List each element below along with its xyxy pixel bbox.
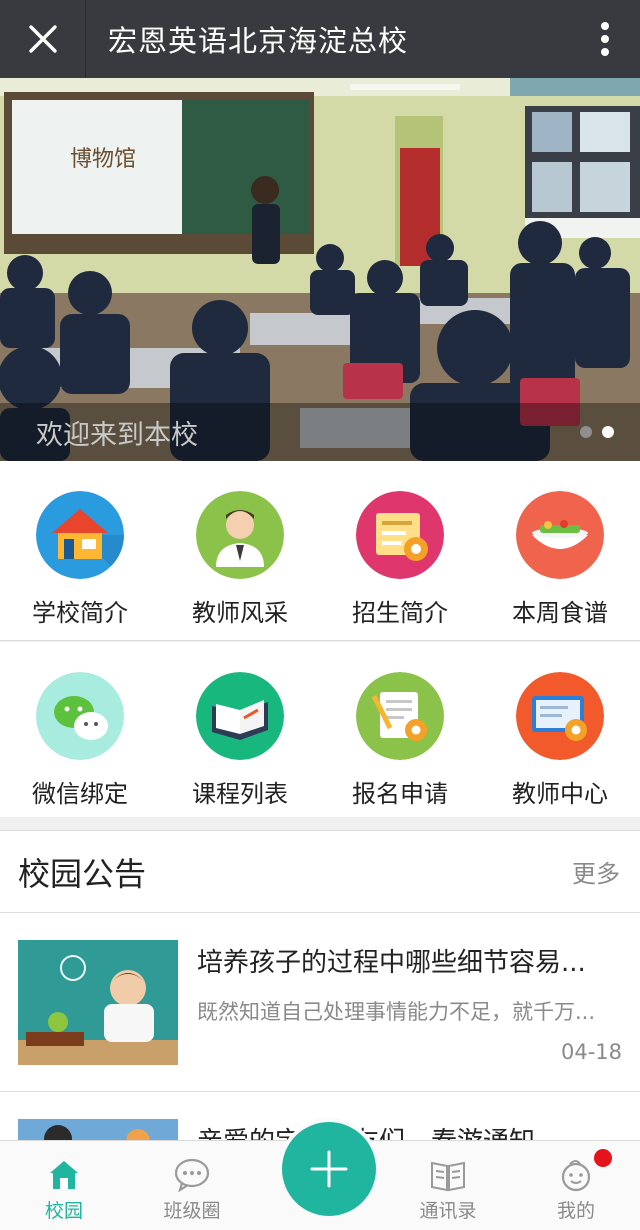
profile-icon	[561, 1160, 591, 1192]
banner-carousel[interactable]: 博物馆 欢迎来到本校	[0, 78, 640, 461]
menu-label: 教师风采	[192, 599, 288, 627]
menu-item-admission-intro[interactable]: 招生简介	[320, 461, 480, 640]
menu-grid-row-2: 微信绑定 课程列表 报名申请 教师中心	[0, 642, 640, 817]
more-menu-button[interactable]	[570, 0, 640, 78]
notice-more-link[interactable]: 更多	[572, 854, 620, 889]
wechat-icon	[36, 672, 124, 760]
carousel-indicator[interactable]	[580, 426, 614, 438]
contacts-book-icon	[431, 1161, 465, 1192]
admission-icon	[356, 491, 444, 579]
menu-item-course-list[interactable]: 课程列表	[160, 642, 320, 817]
chat-bubble-icon	[174, 1158, 210, 1192]
page-title: 宏恩英语北京海淀总校	[108, 24, 409, 58]
menu-item-teacher-showcase[interactable]: 教师风采	[160, 461, 320, 640]
teacher-icon	[196, 491, 284, 579]
plus-icon	[310, 1150, 348, 1188]
tab-label: 我的	[556, 1200, 595, 1222]
menu-grid-row-1: 学校简介 教师风采 招生简介 本周食谱	[0, 461, 640, 641]
title-bar: 宏恩英语北京海淀总校	[0, 0, 640, 78]
menu-item-school-intro[interactable]: 学校简介	[0, 461, 160, 640]
article-title: 培养孩子的过程中哪些细节容易...	[197, 948, 586, 978]
notice-title: 校园公告	[18, 854, 147, 893]
tab-campus[interactable]: 校园	[0, 1141, 128, 1230]
banner-caption: 欢迎来到本校	[36, 419, 198, 451]
menu-label: 招生简介	[352, 599, 448, 627]
banner-caption-bar: 欢迎来到本校	[0, 403, 640, 461]
board-text: 博物馆	[70, 147, 136, 172]
article-date: 04-18	[560, 1040, 622, 1064]
notice-list-item[interactable]: 培养孩子的过程中哪些细节容易... 既然知道自己处理事情能力不足，就千万... …	[0, 914, 640, 1092]
close-button[interactable]	[0, 0, 86, 78]
food-plate-icon	[516, 491, 604, 579]
menu-item-weekly-menu[interactable]: 本周食谱	[480, 461, 640, 640]
menu-label: 教师中心	[512, 780, 608, 808]
book-icon	[196, 672, 284, 760]
menu-label: 报名申请	[352, 780, 448, 808]
tab-class-circle[interactable]: 班级圈	[128, 1141, 256, 1230]
carousel-dot[interactable]	[580, 426, 592, 438]
menu-item-wechat-binding[interactable]: 微信绑定	[0, 642, 160, 817]
tab-label: 通讯录	[419, 1200, 477, 1222]
add-button[interactable]	[282, 1122, 376, 1216]
tab-label: 校园	[44, 1200, 83, 1222]
menu-label: 本周食谱	[512, 599, 608, 627]
menu-label: 微信绑定	[32, 780, 128, 808]
tab-profile[interactable]: 我的	[512, 1141, 640, 1230]
close-icon	[28, 25, 57, 53]
form-icon	[356, 672, 444, 760]
menu-item-enrollment-application[interactable]: 报名申请	[320, 642, 480, 817]
notice-header: 校园公告 更多	[0, 831, 640, 913]
carousel-dot-active[interactable]	[602, 426, 614, 438]
monitor-gear-icon	[516, 672, 604, 760]
app-page: 宏恩英语北京海淀总校 博物馆 欢迎来到本校 学校简介 教师风采 招生简介 本周食…	[0, 0, 640, 1230]
more-vertical-icon	[601, 22, 609, 56]
tab-contacts[interactable]: 通讯录	[384, 1141, 512, 1230]
article-summary: 既然知道自己处理事情能力不足，就千万...	[197, 1000, 596, 1024]
tab-label: 班级圈	[163, 1200, 221, 1222]
house-icon	[36, 491, 124, 579]
menu-label: 学校简介	[32, 599, 128, 627]
menu-label: 课程列表	[192, 780, 288, 808]
menu-item-teacher-center[interactable]: 教师中心	[480, 642, 640, 817]
notification-badge	[594, 1149, 612, 1167]
home-icon	[50, 1161, 78, 1189]
article-thumbnail	[18, 940, 178, 1065]
